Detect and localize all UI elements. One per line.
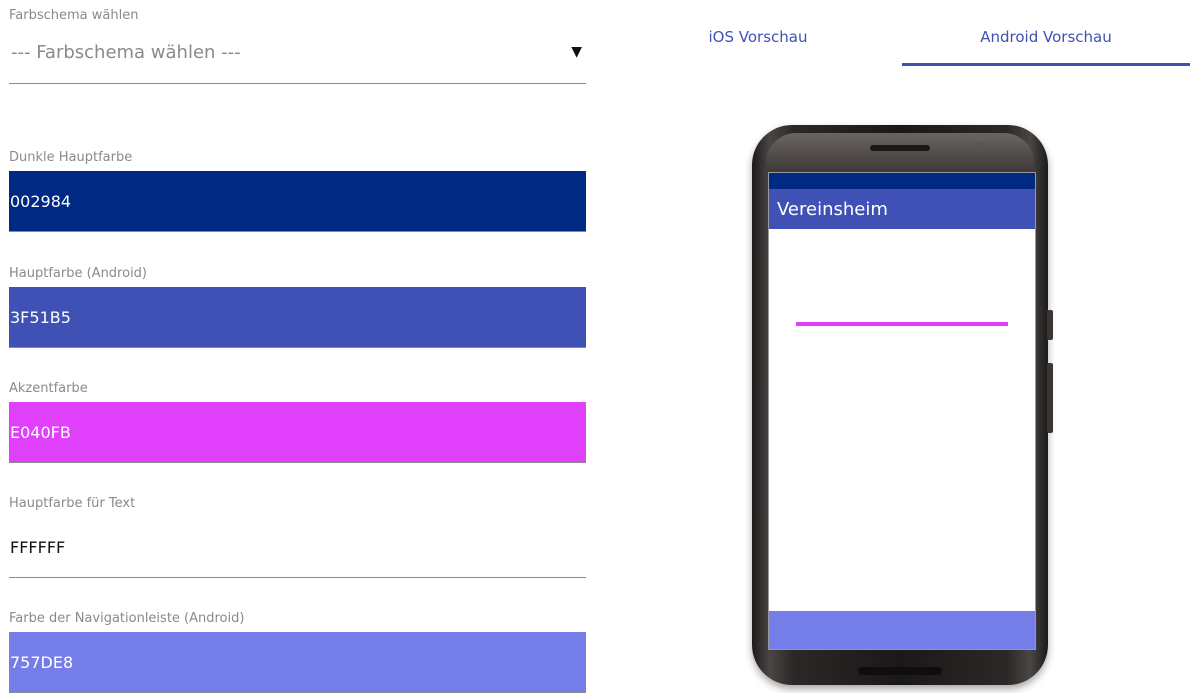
field-label-accent: Akzentfarbe [9,381,88,396]
active-tab-indicator [902,63,1190,66]
power-button [1047,363,1053,433]
text-color-field[interactable] [9,517,586,578]
scheme-select-label: Farbschema wählen [9,8,139,23]
navigation-bar [769,611,1035,649]
scheme-select[interactable]: --- Farbschema wählen --- ▼ [9,32,586,84]
field-label-primary: Hauptfarbe (Android) [9,266,148,281]
camera-icon [976,142,983,149]
phone-screen: Vereinsheim [768,172,1036,650]
android-phone-frame: Vereinsheim [752,125,1053,685]
text-color-input[interactable] [9,517,586,577]
speaker-icon [870,145,930,151]
tab-android-preview[interactable]: Android Vorschau [902,0,1190,66]
home-bar [858,667,942,675]
status-bar [769,173,1035,189]
primary-input[interactable] [9,287,586,347]
field-label-nav-bar: Farbe der Navigationleiste (Android) [9,611,245,626]
phone-top-bezel [766,133,1034,175]
accent-indicator [796,322,1008,326]
chevron-down-icon[interactable]: ▼ [571,44,582,60]
nav-bar-field[interactable] [9,632,586,693]
field-label-dark-primary: Dunkle Hauptfarbe [9,150,133,165]
preview-tabs: iOS Vorschau Android Vorschau [614,0,1192,68]
volume-button [1047,310,1053,340]
dark-primary-input[interactable] [9,171,586,231]
app-title: Vereinsheim [777,199,888,220]
tab-ios-preview[interactable]: iOS Vorschau [614,0,902,66]
accent-input[interactable] [9,402,586,462]
scheme-select-value: --- Farbschema wählen --- [11,42,241,63]
accent-field[interactable] [9,402,586,463]
nav-bar-input[interactable] [9,632,586,692]
app-bar: Vereinsheim [769,189,1035,229]
field-label-text-color: Hauptfarbe für Text [9,496,136,511]
dark-primary-field[interactable] [9,171,586,232]
primary-field[interactable] [9,287,586,348]
